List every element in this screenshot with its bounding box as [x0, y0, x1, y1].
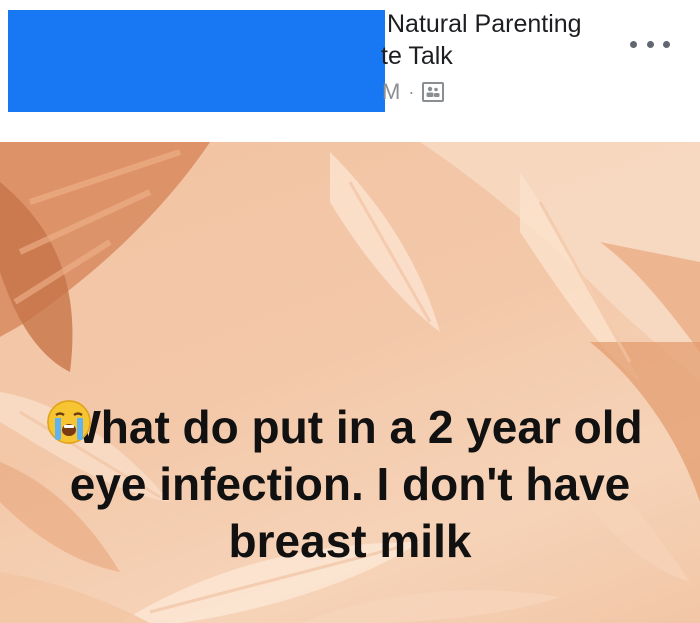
loudly-crying-face-emoji	[47, 400, 91, 444]
more-options-icon[interactable]	[630, 34, 670, 54]
more-dot	[630, 40, 637, 48]
group-name-continued[interactable]: te Talk	[381, 42, 453, 71]
post-meta: M ·	[382, 78, 445, 106]
post-header: Natural Parenting te Talk M ·	[0, 0, 700, 142]
post-timestamp[interactable]: M	[382, 79, 400, 105]
more-dot	[663, 40, 670, 48]
post-text: What do put in a 2 year old eye infectio…	[40, 399, 660, 570]
redacted-profile-area	[8, 10, 385, 112]
more-dot	[646, 40, 654, 48]
post-background: What do put in a 2 year old eye infectio…	[0, 142, 700, 623]
group-members-icon	[422, 82, 445, 102]
post-body-text: What do put in a 2 year old eye infectio…	[57, 401, 643, 567]
group-name[interactable]: Natural Parenting	[387, 10, 582, 39]
meta-separator: ·	[408, 81, 415, 102]
